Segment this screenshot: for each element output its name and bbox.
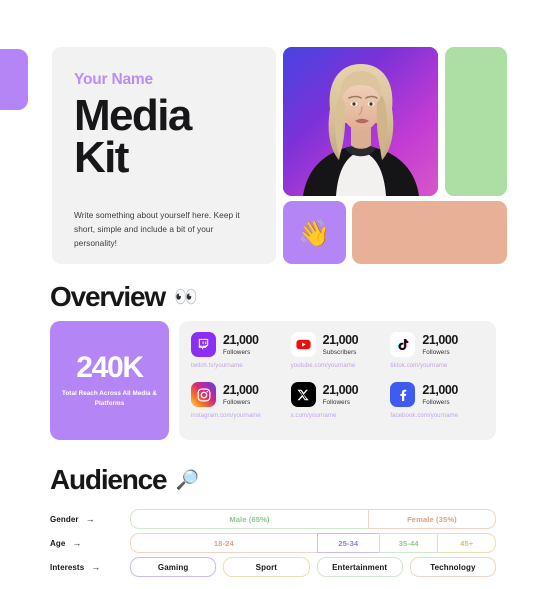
- audience-row-label: Age →: [50, 538, 130, 548]
- name-eyebrow: Your Name: [74, 71, 153, 88]
- overview-section: 240K Total Reach Across All Media & Plat…: [50, 321, 496, 440]
- platform-stat[interactable]: 21,000 Subscribers youtube.com/yourname: [290, 332, 385, 382]
- interest-chip[interactable]: Technology: [409, 557, 496, 577]
- page-title: Media Kit: [74, 91, 192, 183]
- audience-title: Audience: [50, 464, 168, 495]
- audience-row-label: Gender →: [50, 514, 130, 524]
- waving-hand-icon: 👋: [298, 217, 331, 248]
- follower-count: 21,000: [223, 383, 259, 398]
- bio-card: Your Name Media Kit Write something abou…: [52, 47, 276, 264]
- portrait-photo: [283, 47, 438, 196]
- total-reach-caption: Total Reach Across All Media & Platforms: [61, 390, 158, 407]
- profile-photo-card: [283, 47, 438, 196]
- follower-label: Subscribers: [322, 349, 357, 357]
- audience-bar: Male (65%) Female (35%): [130, 509, 496, 529]
- hero-section: Your Name Media Kit Write something abou…: [52, 47, 507, 264]
- audience-row: Gender → Male (65%) Female (35%): [50, 509, 496, 529]
- follower-label: Followers: [422, 399, 450, 407]
- platform-stat[interactable]: 21,000 Followers tiktok.com/yourname: [390, 332, 484, 382]
- audience-label-text: Interests: [50, 562, 85, 572]
- platform-stat[interactable]: 21,000 Followers facebook.com/yourname: [390, 382, 484, 432]
- youtube-icon: [290, 332, 316, 357]
- platform-stat[interactable]: 21,000 Followers x.com/yourname: [290, 382, 385, 432]
- audience-segment[interactable]: 25-34: [316, 533, 379, 553]
- audience-row-interests: Interests → Gaming Sport Entertainment Techno…: [50, 557, 496, 577]
- interest-chip[interactable]: Gaming: [130, 557, 217, 577]
- follower-label: Followers: [223, 399, 251, 407]
- follower-count: 21,000: [422, 333, 458, 348]
- audience-label-text: Gender: [50, 514, 79, 524]
- platform-url[interactable]: facebook.com/yourname: [390, 412, 484, 419]
- decorative-purple-tab: [0, 49, 28, 110]
- arrow-right-icon: →: [72, 538, 82, 548]
- audience-segment[interactable]: 18-24: [130, 533, 317, 553]
- accent-card-green: [445, 47, 507, 196]
- magnifying-glass-icon: 🔎: [175, 469, 200, 491]
- audience-section: Gender → Male (65%) Female (35%) Age → 18-24 25…: [50, 509, 496, 577]
- total-reach-card: 240K Total Reach Across All Media & Plat…: [50, 321, 169, 440]
- follower-count: 21,000: [322, 333, 359, 348]
- x-icon: [290, 382, 316, 407]
- platform-url[interactable]: x.com/yourname: [291, 412, 385, 419]
- bio-text: Write something about yourself here. Kee…: [74, 209, 240, 249]
- platform-stat[interactable]: 21,000 Followers twitch.tv/yourname: [191, 332, 285, 382]
- overview-heading: Overview 👀: [50, 283, 198, 311]
- audience-row-label: Interests →: [50, 562, 130, 572]
- follower-label: Followers: [322, 399, 351, 407]
- eyes-icon: 👀: [173, 286, 198, 308]
- audience-segment[interactable]: 45+: [437, 533, 496, 553]
- arrow-right-icon: →: [91, 562, 101, 572]
- arrow-right-icon: →: [85, 514, 95, 524]
- media-kit-page: Your Name Media Kit Write something abou…: [0, 0, 547, 589]
- interest-chip[interactable]: Sport: [223, 557, 310, 577]
- platform-url[interactable]: instagram.com/yourname: [191, 412, 285, 419]
- follower-count: 21,000: [223, 333, 259, 348]
- facebook-icon: [390, 382, 416, 407]
- follower-count: 21,000: [322, 383, 359, 398]
- audience-segment[interactable]: 35-44: [378, 533, 438, 553]
- accent-card-peach: [352, 201, 507, 264]
- twitch-icon: [191, 332, 216, 357]
- audience-label-text: Age: [50, 538, 66, 548]
- platform-url[interactable]: youtube.com/yourname: [291, 362, 385, 369]
- wave-emoji-card: 👋: [283, 201, 346, 264]
- platform-stat[interactable]: 21,000 Followers instagram.com/yourname: [191, 382, 285, 432]
- follower-label: Followers: [223, 349, 251, 357]
- tiktok-icon: [390, 332, 416, 357]
- interest-chip-group: Gaming Sport Entertainment Technology: [130, 557, 496, 577]
- follower-label: Followers: [422, 349, 450, 357]
- audience-segment[interactable]: Female (35%): [367, 509, 496, 529]
- audience-row: Age → 18-24 25-34 35-44 45+: [50, 533, 496, 553]
- overview-title: Overview: [50, 281, 166, 312]
- platform-url[interactable]: twitch.tv/yourname: [191, 362, 285, 369]
- audience-segment[interactable]: Male (65%): [130, 509, 368, 529]
- instagram-icon: [191, 382, 216, 407]
- interest-chip[interactable]: Entertainment: [316, 557, 403, 577]
- total-reach-value: 240K: [76, 351, 144, 385]
- audience-bar: 18-24 25-34 35-44 45+: [130, 533, 496, 553]
- platform-stats-card: 21,000 Followers twitch.tv/yourname 21,000 S…: [179, 321, 496, 440]
- audience-heading: Audience 🔎: [50, 466, 199, 494]
- follower-count: 21,000: [422, 383, 458, 398]
- platform-url[interactable]: tiktok.com/yourname: [390, 362, 484, 369]
